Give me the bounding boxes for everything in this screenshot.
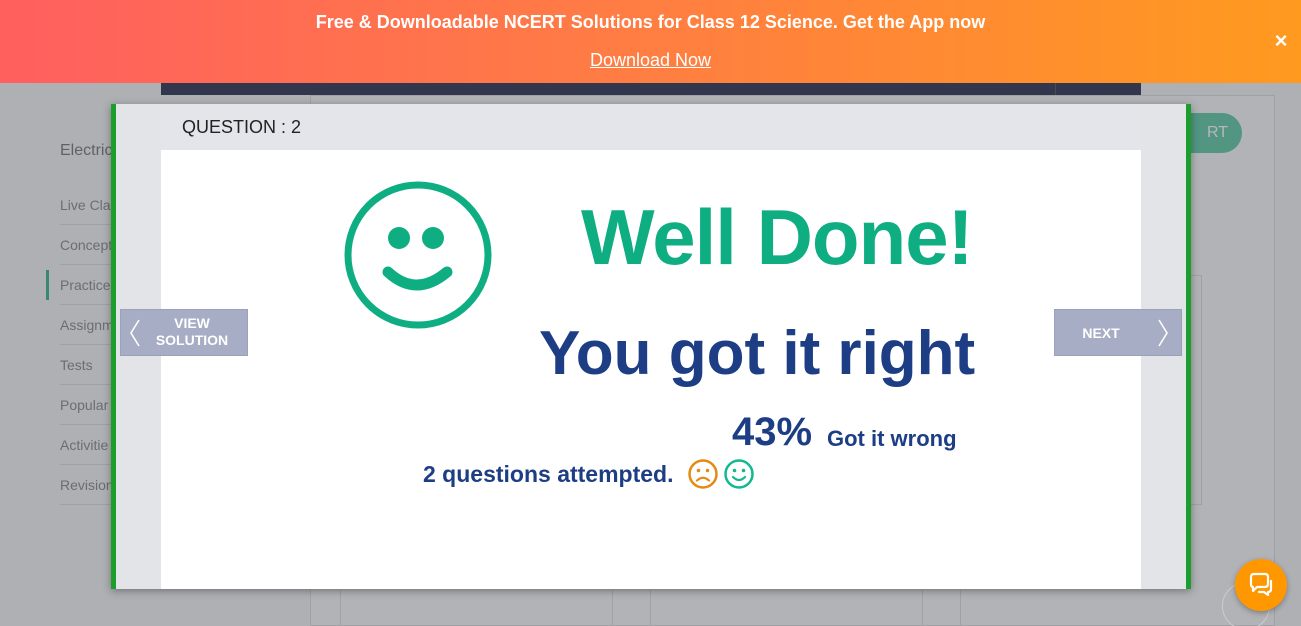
result-modal: QUESTION : 2 Well Done! You got it right… [111, 104, 1191, 589]
banner-message: Free & Downloadable NCERT Solutions for … [315, 12, 986, 32]
happy-face-icon [723, 458, 755, 495]
download-now-link[interactable]: Download Now [590, 50, 711, 70]
view-solution-label-line2: SOLUTION [155, 332, 229, 348]
close-icon[interactable]: × [1271, 30, 1291, 52]
result-panel: QUESTION : 2 Well Done! You got it right… [161, 104, 1141, 589]
chevron-right-icon [1157, 318, 1169, 351]
view-solution-label: VIEW SOLUTION [147, 315, 237, 349]
smiley-face-icon [343, 180, 493, 335]
promo-banner: Free & Downloadable NCERT Solutions for … [0, 0, 1301, 83]
chat-launcher-button[interactable] [1235, 559, 1287, 611]
question-label: QUESTION : 2 [182, 117, 302, 137]
wrong-percentage-label: Got it wrong [827, 426, 957, 451]
question-header: QUESTION : 2 [161, 104, 1141, 150]
attempted-count: 2 questions attempted. [423, 461, 674, 487]
next-button-label: NEXT [1082, 325, 1120, 341]
sad-face-icon [687, 458, 719, 495]
view-solution-label-line1: VIEW [174, 315, 210, 331]
wrong-percentage: 43% [732, 410, 813, 454]
chat-bubble-icon [1249, 572, 1273, 597]
download-now-link-row: Download Now [0, 50, 1301, 71]
result-subheadline: You got it right [539, 319, 976, 388]
chevron-left-icon [129, 318, 141, 351]
view-solution-button[interactable]: VIEW SOLUTION [120, 309, 248, 356]
next-button[interactable]: NEXT [1054, 309, 1182, 356]
result-headline: Well Done! [581, 193, 974, 281]
